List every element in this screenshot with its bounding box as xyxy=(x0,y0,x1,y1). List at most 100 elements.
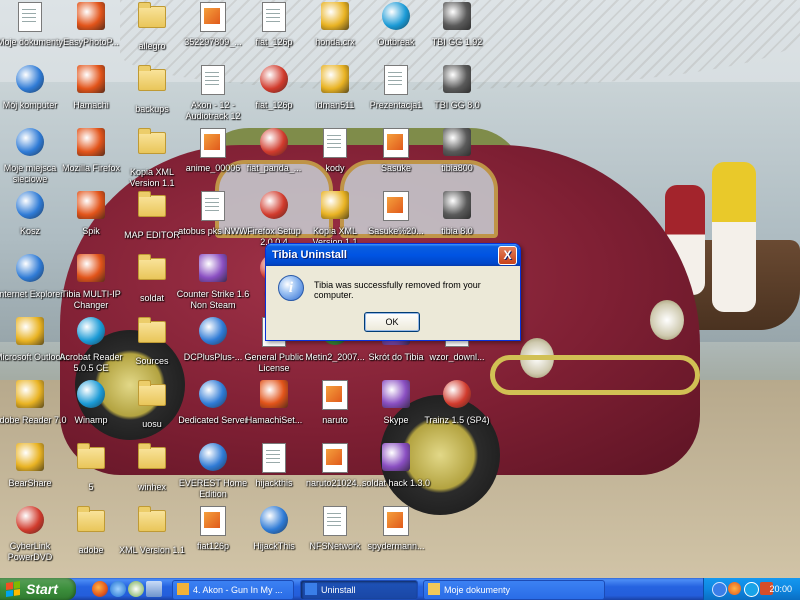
application-icon xyxy=(197,380,229,412)
uninstall-dialog: Tibia Uninstall X i Tibia was successful… xyxy=(265,243,521,341)
application-icon xyxy=(319,191,351,223)
window-icon xyxy=(177,583,189,595)
application-icon xyxy=(197,443,229,475)
application-icon xyxy=(14,128,46,160)
folder-icon xyxy=(75,506,107,542)
taskbar-button-moje-dokumenty[interactable]: Moje dokumenty xyxy=(423,580,605,600)
application-icon xyxy=(75,191,107,223)
application-icon xyxy=(14,443,46,475)
desktop-icon-label: TBI GG 1.92 xyxy=(431,37,483,47)
desktop-icon-label: tibia 8.0 xyxy=(441,226,473,236)
application-icon xyxy=(197,254,229,286)
image-file-icon xyxy=(197,128,229,160)
application-icon xyxy=(380,2,412,34)
dialog-titlebar[interactable]: Tibia Uninstall X xyxy=(266,244,520,266)
skype-tray-icon[interactable] xyxy=(744,582,759,597)
desktop-icon[interactable]: TBI GG 8.0 xyxy=(419,63,495,127)
clock[interactable]: 20:00 xyxy=(769,578,792,600)
show-desktop-icon[interactable] xyxy=(146,581,162,597)
document-icon xyxy=(319,128,351,160)
folder-icon xyxy=(136,128,168,164)
document-icon xyxy=(319,506,351,538)
application-icon xyxy=(75,2,107,34)
firefox-tray-icon[interactable] xyxy=(728,582,741,595)
network-icon[interactable] xyxy=(712,582,727,597)
application-icon xyxy=(75,65,107,97)
desktop-icon-label: TBI GG 8.0 xyxy=(434,100,480,110)
folder-icon xyxy=(75,443,107,479)
application-icon xyxy=(75,128,107,160)
application-icon xyxy=(258,128,290,160)
application-icon xyxy=(14,506,46,538)
document-icon xyxy=(258,443,290,475)
desktop-icon-label: soldat hack 1.3.0 xyxy=(361,478,431,488)
application-icon xyxy=(380,380,412,412)
windows-logo-icon xyxy=(6,581,20,597)
application-icon xyxy=(441,191,473,223)
application-icon xyxy=(258,191,290,223)
folder-icon xyxy=(136,380,168,416)
application-icon xyxy=(14,191,46,223)
desktop-icon-label: spydermann... xyxy=(367,541,425,551)
application-icon xyxy=(14,65,46,97)
application-icon xyxy=(319,2,351,34)
desktop-icon-label: Trainz 1.5 (SP4) xyxy=(424,415,490,425)
ok-button[interactable]: OK xyxy=(364,312,420,332)
application-icon xyxy=(75,254,107,286)
application-icon xyxy=(258,506,290,538)
taskbar-button-label: 4. Akon - Gun In My ... xyxy=(193,585,283,595)
wallpaper-person-man xyxy=(712,162,756,312)
image-file-icon xyxy=(197,506,229,538)
folder-icon xyxy=(136,2,168,38)
application-icon xyxy=(75,317,107,349)
desktop-icon-label: tibia800 xyxy=(441,163,473,173)
taskbar-button-label: Uninstall xyxy=(321,585,356,595)
desktop-icon[interactable]: Trainz 1.5 (SP4) xyxy=(419,378,495,442)
window-icon xyxy=(305,583,317,595)
taskbar-button-akon[interactable]: 4. Akon - Gun In My ... xyxy=(172,580,294,600)
window-icon xyxy=(428,583,440,595)
dialog-title: Tibia Uninstall xyxy=(272,249,347,261)
desktop: Moje dokumenty EasyPhotoP... allegro 352297… xyxy=(0,0,800,578)
document-icon xyxy=(14,2,46,34)
desktop-icon[interactable]: TBI GG 1.92 xyxy=(419,0,495,64)
application-icon xyxy=(75,380,107,412)
document-icon xyxy=(380,65,412,97)
internet-explorer-icon[interactable] xyxy=(110,581,126,597)
application-icon xyxy=(380,443,412,475)
image-file-icon xyxy=(319,380,351,412)
application-icon xyxy=(258,65,290,97)
document-icon xyxy=(258,2,290,34)
taskbar-button-uninstall[interactable]: Uninstall xyxy=(300,580,418,600)
start-button[interactable]: Start xyxy=(0,578,76,600)
image-file-icon xyxy=(319,443,351,475)
application-icon xyxy=(319,65,351,97)
image-file-icon xyxy=(197,2,229,34)
application-icon xyxy=(258,380,290,412)
close-button[interactable]: X xyxy=(498,246,517,265)
system-tray: 20:00 xyxy=(703,578,800,600)
desktop-icon[interactable]: spydermann... xyxy=(358,504,434,568)
application-icon xyxy=(14,380,46,412)
wallpaper-headlight-right xyxy=(650,300,684,340)
image-file-icon xyxy=(380,128,412,160)
taskbar: Start 4. Akon - Gun In My ... Uninstall Mo… xyxy=(0,578,800,600)
start-label: Start xyxy=(26,581,58,597)
folder-icon xyxy=(136,443,168,479)
application-icon xyxy=(14,317,46,349)
application-icon xyxy=(441,380,473,412)
image-file-icon xyxy=(380,506,412,538)
application-icon xyxy=(197,317,229,349)
application-icon xyxy=(441,65,473,97)
folder-icon xyxy=(136,506,168,542)
folder-icon xyxy=(136,191,168,227)
folder-icon xyxy=(136,254,168,290)
application-icon xyxy=(441,2,473,34)
folder-icon xyxy=(136,317,168,353)
messenger-icon[interactable] xyxy=(128,581,144,597)
desktop-icon-label: wzor_downl... xyxy=(429,352,485,362)
firefox-icon[interactable] xyxy=(92,581,108,597)
image-file-icon xyxy=(380,191,412,223)
desktop-icon[interactable]: tibia800 xyxy=(419,126,495,190)
desktop-icon[interactable]: soldat hack 1.3.0 xyxy=(358,441,434,505)
